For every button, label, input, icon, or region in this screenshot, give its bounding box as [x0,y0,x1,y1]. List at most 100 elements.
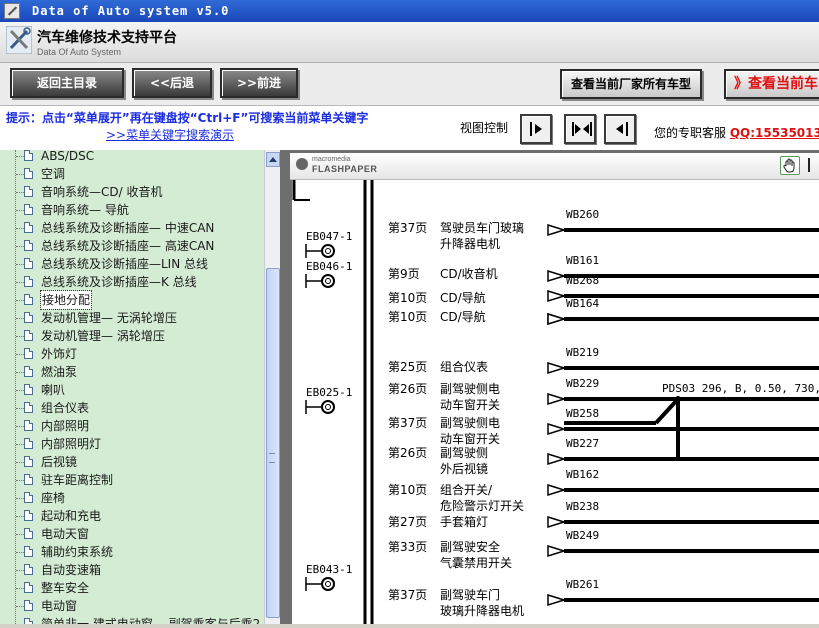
tree-item[interactable]: 简单非一 建式电动窗— 副驾乘客与后乘2 [0,615,264,624]
wire-line [654,397,680,425]
diagram-component-label: 副驾驶侧 [440,445,488,460]
tree-item-label: 总线系统及诊断插座— 中速CAN [41,221,215,235]
tree-item-label: 总线系统及诊断插座—LIN 总线 [41,257,209,271]
tree-item[interactable]: 总线系统及诊断插座—K 总线 [0,273,264,291]
expand-right-button[interactable] [520,114,552,144]
tree-connector [16,228,24,229]
tree-item[interactable]: 内部照明灯 [0,435,264,453]
pan-tool-button[interactable] [780,156,800,175]
tree-connector [16,516,24,517]
splice-note: PDS03 296, B, 0.50, 730, ALL L [662,382,819,395]
tree-item[interactable]: 起动和充电 [0,507,264,525]
document-icon [24,276,33,287]
tree-item-label: 辅助约束系统 [41,545,114,559]
tree-item[interactable]: 座椅 [0,489,264,507]
window-title-bar[interactable]: Data of Auto system v5.0 [0,0,819,22]
tree-item-label: 外饰灯 [41,347,78,361]
tree-item[interactable]: ABS/DSC [0,150,264,165]
document-icon [24,438,33,449]
main-toolbar: 返回主目录 <<后退 >>前进 查看当前厂家所有车型 》查看当前车 [0,63,819,106]
flashpaper-logo-icon [296,158,308,170]
main-menu-button[interactable]: 返回主目录 [10,68,124,98]
document-icon [24,168,33,179]
tree-connector [16,408,24,409]
diagram-component-label: 危险警示灯开关 [440,498,524,513]
document-icon [24,186,33,197]
tree-item[interactable]: 整车安全 [0,579,264,597]
tree-item[interactable]: 后视镜 [0,453,264,471]
tree-item[interactable]: 燃油泵 [0,363,264,381]
expand-left-button[interactable] [604,114,636,144]
view-all-models-button[interactable]: 查看当前厂家所有车型 [560,69,702,99]
tree-item-label: 整车安全 [41,581,90,595]
tree-item[interactable]: 空调 [0,165,264,183]
tree-item[interactable]: 喇叭 [0,381,264,399]
scroll-up-button[interactable] [266,152,280,167]
ground-eyelet-icon [325,248,331,254]
wire-code-label: WB227 [566,437,599,450]
wiring-diagram-page[interactable]: EB047-1 EB046-1 EB025-1 EB043-1 第37页 驾驶员车门玻璃升… [292,180,819,624]
scroll-up-icon [269,157,277,162]
diagram-component-label: 驾驶员车门玻璃 [440,220,524,235]
tree-item[interactable]: 自动变速箱 [0,561,264,579]
document-icon [24,366,33,377]
connector-label: EB025-1 [306,386,352,399]
split-view-button[interactable] [564,114,596,144]
wire-code-label: WB268 [566,274,599,287]
diagram-component-label: 动车窗开关 [440,397,500,412]
document-icon [24,492,33,503]
menu-tree[interactable]: ABS/DSC 空调 音响系统—CD/ 收音机 音响系统— 导航 总线系统及诊断插座— … [0,150,265,624]
tree-item[interactable]: 总线系统及诊断插座— 高速CAN [0,237,264,255]
document-icon [24,618,33,624]
document-icon [24,402,33,413]
tree-item-label: 电动窗 [41,599,78,613]
scroll-thumb[interactable] [266,268,280,618]
ground-eyelet-icon [325,581,331,587]
diagram-page-ref: 第10页 [388,291,427,305]
tree-item[interactable]: 驻车距离控制 [0,471,264,489]
diagram-page-ref: 第26页 [388,382,427,396]
qq-link[interactable]: QQ:15535013 [730,126,819,140]
wire-code-label: WB229 [566,377,599,390]
back-button[interactable]: <<后退 [132,68,212,98]
tree-item[interactable]: 音响系统— 导航 [0,201,264,219]
tree-item[interactable]: 总线系统及诊断插座— 中速CAN [0,219,264,237]
search-demo-link[interactable]: >>菜单关键字搜索演示 [106,126,234,143]
diagram-page-ref: 第37页 [388,221,427,235]
tree-item[interactable]: 内部照明 [0,417,264,435]
tree-item-label: 喇叭 [41,383,66,397]
diagram-component-label: 外后视镜 [440,461,488,476]
tree-item[interactable]: 电动天窗 [0,525,264,543]
ground-eyelet-icon [325,278,331,284]
tree-item-label: 内部照明灯 [41,437,102,451]
toolbar-divider [808,158,814,172]
tree-item[interactable]: 音响系统—CD/ 收音机 [0,183,264,201]
document-icon [24,294,33,305]
tree-connector [16,156,24,157]
diagram-component-label: 组合仪表 [440,359,488,374]
document-icon [24,528,33,539]
tree-item[interactable]: 辅助约束系统 [0,543,264,561]
tree-item[interactable]: 发动机管理— 无涡轮增压 [0,309,264,327]
wire-arrow-icon [547,422,567,436]
view-current-model-button[interactable]: 》查看当前车 [724,69,819,99]
diagram-component-label: CD/导航 [440,290,486,305]
wire-arrow-icon [547,361,567,375]
document-icon [24,348,33,359]
tree-item[interactable]: 总线系统及诊断插座—LIN 总线 [0,255,264,273]
tree-connector [16,390,24,391]
tree-item[interactable]: 组合仪表 [0,399,264,417]
tree-connector [16,480,24,481]
document-icon [24,240,33,251]
tree-connector [16,570,24,571]
tree-item[interactable]: 电动窗 [0,597,264,615]
wire-code-label: WB261 [566,578,599,591]
tree-item[interactable]: 接地分配 [0,290,264,310]
document-icon [24,510,33,521]
diagram-page-ref: 第27页 [388,515,427,529]
diagram-component-label: 升降器电机 [440,237,500,251]
forward-button[interactable]: >>前进 [220,68,298,98]
tree-item[interactable]: 外饰灯 [0,345,264,363]
menu-tree-scrollbar[interactable] [264,150,281,624]
tree-item[interactable]: 发动机管理— 涡轮增压 [0,327,264,345]
